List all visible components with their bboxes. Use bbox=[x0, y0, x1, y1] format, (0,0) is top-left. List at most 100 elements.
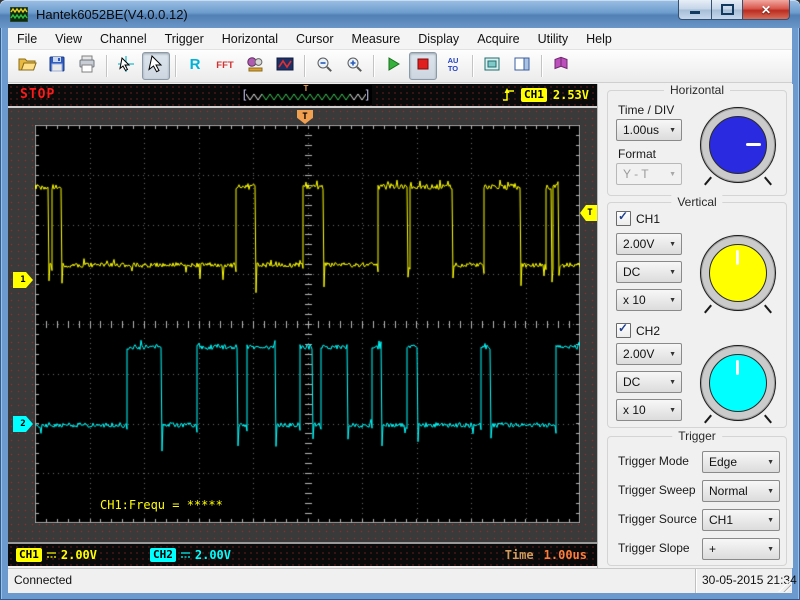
maximize-icon bbox=[720, 4, 734, 15]
ch2-badge: CH2 bbox=[150, 548, 176, 562]
trigger-position-marker[interactable]: T bbox=[297, 110, 313, 124]
ch2-scale-readout: 2.00V bbox=[194, 548, 231, 562]
menu-item-cursor[interactable]: Cursor bbox=[287, 30, 343, 48]
trigger-level-marker[interactable]: T bbox=[580, 205, 597, 221]
ch2-ground-marker[interactable]: 2 bbox=[13, 416, 33, 432]
menu-item-measure[interactable]: Measure bbox=[343, 30, 410, 48]
trigger-level-readout: 2.53V bbox=[552, 88, 589, 102]
minimize-icon bbox=[690, 11, 700, 14]
app-icon bbox=[10, 6, 28, 22]
ch1-badge: CH1 bbox=[16, 548, 42, 562]
toolbar-zoom-in-button[interactable] bbox=[340, 52, 368, 80]
preview-right-bracket: ] bbox=[363, 88, 371, 102]
ch2-probe-combo[interactable]: x 10 ▼ bbox=[616, 399, 682, 421]
svg-text:TO: TO bbox=[448, 64, 458, 73]
window-title: Hantek6052BE(V4.0.0.12) bbox=[36, 6, 188, 22]
rising-edge-icon bbox=[503, 88, 514, 101]
ch1-volt-combo[interactable]: 2.00V ▼ bbox=[616, 233, 682, 255]
autoset-icon: AU TO bbox=[444, 55, 462, 78]
ch1-volt-value: 2.00V bbox=[623, 237, 655, 251]
toolbar-record-button[interactable] bbox=[241, 52, 269, 80]
menu-item-channel[interactable]: Channel bbox=[91, 30, 156, 48]
stop-icon bbox=[414, 55, 432, 78]
toolbar-waveform-button[interactable] bbox=[271, 52, 299, 80]
ch1-ground-marker[interactable]: 1 bbox=[13, 272, 33, 288]
ch1-position-knob[interactable] bbox=[700, 235, 776, 311]
menu-item-horizontal[interactable]: Horizontal bbox=[213, 30, 287, 48]
trigger-source-combo[interactable]: CH1 ▼ bbox=[702, 509, 780, 531]
trigger-sweep-combo[interactable]: Normal ▼ bbox=[702, 480, 780, 502]
trigger-slope-value: + bbox=[709, 542, 717, 556]
ch2-position-knob[interactable] bbox=[700, 345, 776, 421]
toolbar-select-cursor-button[interactable] bbox=[142, 52, 170, 80]
close-button[interactable]: ✕ bbox=[743, 0, 790, 20]
open-icon bbox=[18, 55, 37, 78]
zoom-in-icon bbox=[345, 55, 363, 78]
toolbar-separator bbox=[373, 55, 374, 77]
toolbar-separator bbox=[541, 55, 542, 77]
horizontal-knob[interactable] bbox=[700, 107, 776, 183]
ch1-coupling-combo[interactable]: DC ▼ bbox=[616, 261, 682, 283]
title-bar[interactable]: Hantek6052BE(V4.0.0.12) ✕ bbox=[0, 0, 800, 28]
menu-item-file[interactable]: File bbox=[8, 30, 46, 48]
trigger-mode-combo[interactable]: Edge ▼ bbox=[702, 451, 780, 473]
toolbar-print-button[interactable] bbox=[73, 52, 101, 80]
datetime-cell: 30-05-2015 21:34 bbox=[695, 569, 797, 593]
chevron-down-icon: ▼ bbox=[767, 516, 774, 524]
ch1-probe-combo[interactable]: x 10 ▼ bbox=[616, 289, 682, 311]
maximize-button[interactable] bbox=[712, 0, 743, 20]
menu-item-trigger[interactable]: Trigger bbox=[156, 30, 213, 48]
ch2-probe-value: x 10 bbox=[623, 403, 646, 417]
menu-item-utility[interactable]: Utility bbox=[529, 30, 578, 48]
toolbar-reference-button[interactable]: R bbox=[181, 52, 209, 80]
toolbar-fft-button[interactable]: FFT bbox=[211, 52, 239, 80]
trigger-group: Trigger Trigger Mode Edge ▼ Trigger Sweep No… bbox=[607, 429, 787, 566]
toolbar-window-layout-button[interactable] bbox=[508, 52, 536, 80]
trigger-mode-value: Edge bbox=[709, 455, 738, 469]
fft-icon: FFT bbox=[215, 55, 235, 78]
ch1-coupling-value: DC bbox=[623, 265, 641, 279]
toolbar-save-button[interactable] bbox=[43, 52, 71, 80]
menu-item-view[interactable]: View bbox=[46, 30, 91, 48]
trigger-slope-label: Trigger Slope bbox=[618, 541, 690, 555]
ch2-checkbox[interactable]: ✓ bbox=[616, 321, 631, 338]
chevron-down-icon: ▼ bbox=[669, 350, 676, 358]
trigger-sweep-label: Trigger Sweep bbox=[618, 483, 696, 497]
self-test-icon bbox=[483, 55, 501, 78]
select-cursor-icon bbox=[147, 54, 165, 78]
ch1-checkbox[interactable]: ✓ bbox=[616, 209, 631, 226]
toolbar-zoom-out-button[interactable] bbox=[310, 52, 338, 80]
ch2-coupling-value: DC bbox=[623, 375, 641, 389]
menu-item-acquire[interactable]: Acquire bbox=[468, 30, 528, 48]
chevron-down-icon: ▼ bbox=[767, 545, 774, 553]
chevron-down-icon: ▼ bbox=[669, 268, 676, 276]
toolbar-autoset-button[interactable]: AU TO bbox=[439, 52, 467, 80]
menu-item-help[interactable]: Help bbox=[577, 30, 621, 48]
toolbar-stop-button[interactable] bbox=[409, 52, 437, 80]
waveform-icon bbox=[276, 55, 294, 78]
toolbar: R FFT AU TO bbox=[8, 50, 792, 83]
record-icon bbox=[246, 55, 264, 78]
window-layout-icon bbox=[513, 55, 531, 78]
ch1-scale-readout: 2.00V bbox=[60, 548, 97, 562]
format-combo[interactable]: Y - T ▼ bbox=[616, 163, 682, 185]
trigger-position-preview[interactable]: [ ] T bbox=[240, 84, 372, 105]
ch2-volt-combo[interactable]: 2.00V ▼ bbox=[616, 343, 682, 365]
toolbar-start-button[interactable] bbox=[379, 52, 407, 80]
preview-trigger-marker: T bbox=[303, 84, 309, 93]
trigger-slope-combo[interactable]: + ▼ bbox=[702, 538, 780, 560]
save-icon bbox=[48, 55, 66, 78]
toolbar-self-test-button[interactable] bbox=[478, 52, 506, 80]
minimize-button[interactable] bbox=[678, 0, 712, 20]
chevron-down-icon: ▼ bbox=[669, 240, 676, 248]
time-div-combo[interactable]: 1.00us ▼ bbox=[616, 119, 682, 141]
horizontal-knob-face bbox=[709, 116, 767, 174]
toolbar-help-button[interactable] bbox=[547, 52, 575, 80]
menu-item-display[interactable]: Display bbox=[409, 30, 468, 48]
toolbar-separator bbox=[304, 55, 305, 77]
toolbar-open-button[interactable] bbox=[13, 52, 41, 80]
menu-bar: File View Channel Trigger Horizontal Cursor Me… bbox=[8, 28, 792, 50]
print-icon bbox=[78, 55, 96, 78]
ch2-coupling-combo[interactable]: DC ▼ bbox=[616, 371, 682, 393]
toolbar-track-cursor-button[interactable] bbox=[112, 52, 140, 80]
